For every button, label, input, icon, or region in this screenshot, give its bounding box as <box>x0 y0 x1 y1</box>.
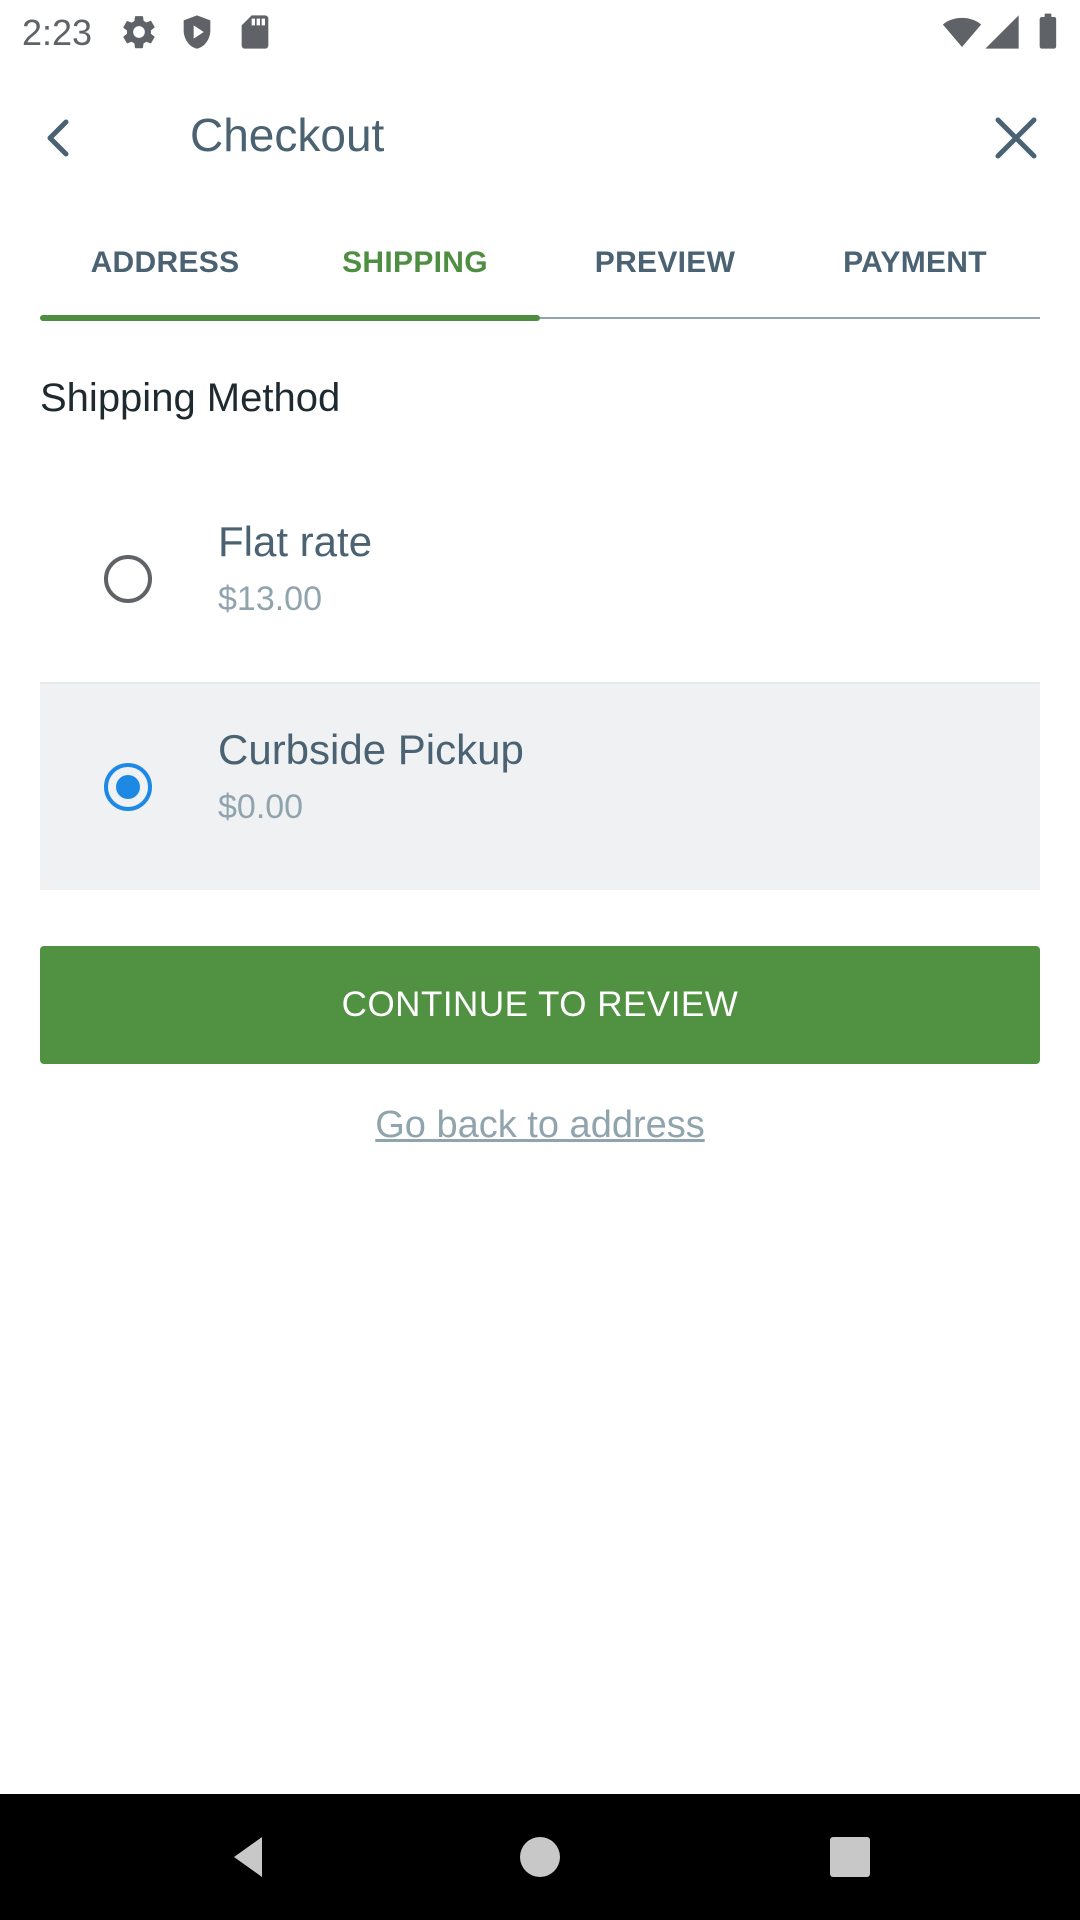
signal-icon <box>982 12 1022 52</box>
chevron-left-icon <box>28 106 92 170</box>
system-nav-bar <box>0 1794 1080 1920</box>
back-link-label: Go back to address <box>375 1104 705 1146</box>
recents-square-icon[interactable] <box>820 1827 880 1887</box>
option-price: $0.00 <box>218 788 304 826</box>
battery-icon <box>1028 12 1068 52</box>
progress-fill <box>40 315 540 321</box>
status-bar: 2:23 <box>0 0 1080 64</box>
section-title: Shipping Method <box>40 376 341 420</box>
home-circle-icon[interactable] <box>510 1827 570 1887</box>
close-icon <box>984 106 1048 170</box>
tab-shipping[interactable]: SHIPPING <box>290 224 540 320</box>
checkout-steps-tabs: ADDRESS SHIPPING PREVIEW PAYMENT <box>40 224 1040 324</box>
go-back-to-address-link[interactable]: Go back to address <box>0 1104 1080 1147</box>
tab-payment[interactable]: PAYMENT <box>790 224 1040 320</box>
close-button[interactable] <box>984 106 1048 170</box>
radio-button-selected[interactable] <box>104 763 152 811</box>
gear-icon <box>119 12 159 52</box>
page-title: Checkout <box>190 109 385 161</box>
shield-icon <box>177 12 217 52</box>
radio-button[interactable] <box>104 555 152 603</box>
app-bar: Checkout <box>0 64 1080 210</box>
status-time: 2:23 <box>22 12 93 53</box>
option-name: Flat rate <box>218 518 373 565</box>
shipping-option-flat-rate[interactable]: Flat rate $13.00 <box>40 476 1040 682</box>
option-name: Curbside Pickup <box>218 726 524 773</box>
back-triangle-icon[interactable] <box>222 1827 282 1887</box>
back-button[interactable] <box>28 106 92 170</box>
shipping-option-curbside-pickup[interactable]: Curbside Pickup $0.00 <box>40 684 1040 890</box>
continue-to-review-button[interactable]: CONTINUE TO REVIEW <box>40 946 1040 1064</box>
sd-card-icon <box>235 12 275 52</box>
option-price: $13.00 <box>218 580 322 618</box>
tab-address[interactable]: ADDRESS <box>40 224 290 320</box>
tab-preview[interactable]: PREVIEW <box>540 224 790 320</box>
wifi-icon <box>942 12 982 52</box>
